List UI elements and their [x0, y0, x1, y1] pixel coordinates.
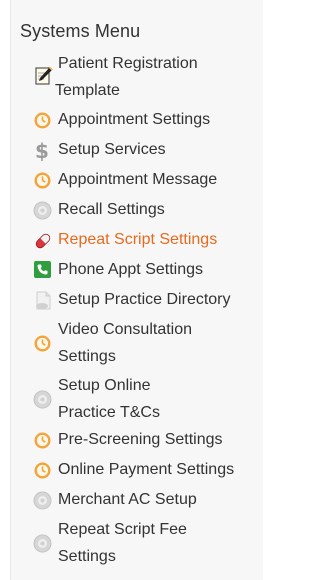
gear-icon	[33, 534, 52, 553]
menu-item-label: Recall Settings	[58, 201, 165, 218]
dollar-icon: $	[34, 140, 51, 161]
svg-text:$: $	[35, 140, 49, 161]
menu-item-label: Settings	[58, 348, 116, 365]
menu-item-label: Online Payment Settings	[58, 461, 235, 478]
menu-item-merchant-ac-setup[interactable]: Merchant AC Setup	[0, 487, 262, 513]
menu-item-pre-screening-settings[interactable]: Pre-Screening Settings	[0, 427, 262, 453]
menu-item-label: Repeat Script Fee	[58, 521, 187, 538]
menu-item-online-payment-settings[interactable]: Online Payment Settings	[0, 457, 262, 483]
menu-item-setup-practice-directory[interactable]: Setup Practice Directory	[0, 287, 262, 313]
menu-item-label: Merchant AC Setup	[58, 491, 197, 508]
clock-icon	[34, 335, 51, 352]
clock-icon	[34, 112, 51, 129]
menu-item-appointment-message[interactable]: Appointment Message	[0, 167, 262, 193]
pencil-note-icon	[35, 66, 53, 86]
menu-item-label: Appointment Settings	[58, 111, 211, 128]
pill-icon	[34, 232, 52, 250]
menu-item-label: Phone Appt Settings	[58, 261, 203, 278]
menu-item-label: Pre-Screening Settings	[58, 431, 223, 448]
menu-item-phone-appt-settings[interactable]: Phone Appt Settings	[0, 257, 262, 283]
gear-icon	[33, 491, 52, 510]
menu-item-label: Setup Services	[58, 141, 166, 158]
menu-item-label: Repeat Script Settings	[58, 231, 218, 248]
phone-icon	[34, 261, 51, 278]
menu-item-label: Template	[55, 82, 120, 99]
menu-item-label: Setup Practice Directory	[58, 291, 231, 308]
menu-item-repeat-script-fee-settings[interactable]: Repeat Script Fee Settings	[0, 517, 262, 569]
clock-icon	[34, 172, 51, 189]
menu-item-recall-settings[interactable]: Recall Settings	[0, 197, 262, 223]
clock-icon	[34, 462, 51, 479]
menu-item-patient-registration-template[interactable]: Patient Registration Template	[0, 51, 262, 103]
clock-icon	[34, 432, 51, 449]
gear-icon	[33, 201, 52, 220]
menu-item-video-consultation-settings[interactable]: Video Consultation Settings	[0, 317, 262, 369]
menu-title: Systems Menu	[20, 21, 141, 41]
gear-icon	[33, 390, 52, 409]
menu-item-appointment-settings[interactable]: Appointment Settings	[0, 107, 262, 133]
menu-item-label: Settings	[58, 548, 116, 565]
menu-item-setup-services[interactable]: $ Setup Services	[0, 137, 262, 163]
document-icon	[34, 291, 53, 310]
menu-item-label: Appointment Message	[58, 171, 218, 188]
menu-item-label: Practice T&Cs	[58, 404, 160, 421]
menu-item-label: Patient Registration	[58, 55, 198, 72]
menu-item-repeat-script-settings[interactable]: Repeat Script Settings	[0, 227, 262, 253]
menu-item-setup-online-practice-tcs[interactable]: Setup Online Practice T&Cs	[0, 373, 262, 425]
menu-item-label: Setup Online	[58, 377, 151, 394]
menu-item-label: Video Consultation	[58, 321, 193, 338]
